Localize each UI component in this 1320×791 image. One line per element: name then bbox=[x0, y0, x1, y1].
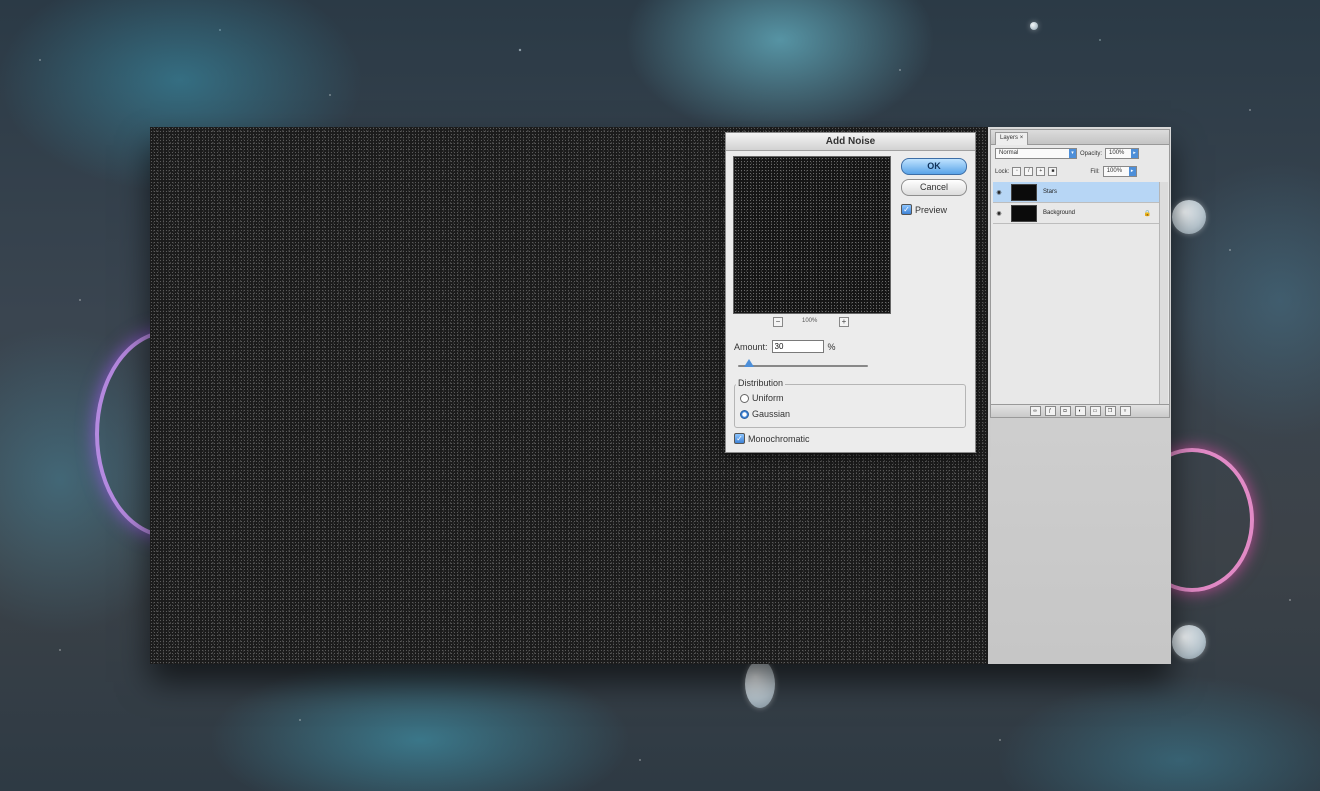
blend-mode-select[interactable]: Normal ▾ bbox=[995, 148, 1077, 159]
eye-icon[interactable]: ◉ bbox=[993, 210, 1005, 217]
uniform-radio-row[interactable]: Uniform bbox=[740, 393, 784, 403]
chevron-down-icon: ▸ bbox=[1128, 167, 1136, 176]
lock-label: Lock: bbox=[995, 168, 1010, 175]
gaussian-radio-row[interactable]: Gaussian bbox=[740, 409, 790, 419]
blend-row: Normal ▾ Opacity: 100% ▸ bbox=[995, 148, 1140, 159]
lock-icon: 🔒 bbox=[1143, 210, 1151, 217]
chevron-down-icon: ▸ bbox=[1131, 149, 1139, 158]
lock-row: Lock: ▫ / + ■ Fill: 100% ▸ bbox=[995, 166, 1137, 177]
moon-decoration bbox=[745, 660, 775, 708]
add-noise-dialog: Add Noise − 100% + OK Cancel ✓ Preview A… bbox=[725, 132, 976, 453]
layer-row-background[interactable]: ◉ Background 🔒 bbox=[993, 203, 1159, 224]
amount-label: Amount: bbox=[734, 341, 768, 352]
moon-decoration bbox=[1172, 625, 1206, 659]
fx-icon[interactable]: ƒ bbox=[1044, 406, 1056, 416]
opacity-field[interactable]: 100% ▸ bbox=[1105, 148, 1140, 159]
amount-row: Amount: % bbox=[734, 340, 836, 353]
fill-value: 100% bbox=[1106, 168, 1123, 174]
chevron-down-icon: ▾ bbox=[1069, 149, 1076, 158]
opacity-label: Opacity: bbox=[1080, 150, 1103, 157]
distribution-group bbox=[734, 384, 966, 428]
layer-name: Stars bbox=[1043, 189, 1058, 195]
layers-tab-bar: Layers × bbox=[991, 130, 1169, 145]
monochromatic-checkbox[interactable]: ✓ bbox=[734, 433, 745, 444]
lock-all-icon[interactable]: ■ bbox=[1048, 167, 1058, 176]
zoom-out-button[interactable]: − bbox=[773, 317, 783, 327]
layers-panel: Layers × Normal ▾ Opacity: 100% ▸ Lock: … bbox=[990, 129, 1170, 418]
noise-preview[interactable] bbox=[733, 156, 891, 314]
blend-mode-value: Normal bbox=[999, 150, 1019, 156]
cancel-button[interactable]: Cancel bbox=[901, 179, 967, 196]
lock-brush-icon[interactable]: / bbox=[1024, 167, 1034, 176]
monochromatic-label: Monochromatic bbox=[748, 433, 810, 444]
uniform-label: Uniform bbox=[752, 393, 784, 403]
monochromatic-checkbox-row[interactable]: ✓ Monochromatic bbox=[734, 433, 810, 444]
layer-name: Background bbox=[1043, 210, 1076, 216]
preview-zoom-controls: − 100% + bbox=[733, 317, 891, 327]
new-layer-icon[interactable]: ❐ bbox=[1104, 406, 1116, 416]
layer-thumbnail bbox=[1011, 204, 1037, 222]
ok-button[interactable]: OK bbox=[901, 158, 967, 175]
lock-transparent-icon[interactable]: ▫ bbox=[1012, 167, 1022, 176]
photoshop-screenshot: Add Noise − 100% + OK Cancel ✓ Preview A… bbox=[150, 127, 1171, 664]
adjustment-icon[interactable]: ◐ bbox=[1074, 406, 1086, 416]
zoom-value: 100% bbox=[802, 318, 818, 324]
distribution-label: Distribution bbox=[736, 378, 786, 388]
gaussian-label: Gaussian bbox=[752, 409, 791, 419]
eye-icon[interactable]: ◉ bbox=[993, 189, 1005, 196]
opacity-value: 100% bbox=[1109, 150, 1125, 156]
uniform-radio[interactable] bbox=[740, 393, 749, 403]
close-icon[interactable]: × bbox=[1020, 135, 1024, 141]
layer-thumbnail bbox=[1011, 183, 1037, 201]
layer-row-stars[interactable]: ◉ Stars bbox=[993, 182, 1159, 203]
dialog-title: Add Noise bbox=[726, 133, 975, 151]
preview-checkbox-row[interactable]: ✓ Preview bbox=[901, 204, 947, 215]
tab-layers[interactable]: Layers × bbox=[995, 132, 1029, 145]
fill-label: Fill: bbox=[1090, 168, 1100, 175]
zoom-in-button[interactable]: + bbox=[839, 317, 849, 327]
mask-icon[interactable]: ◘ bbox=[1059, 406, 1071, 416]
lock-move-icon[interactable]: + bbox=[1036, 167, 1046, 176]
moon-decoration bbox=[1030, 22, 1038, 30]
layers-bottom-toolbar: ∞ ƒ ◘ ◐ ▭ ❐ ▿ bbox=[991, 404, 1169, 417]
layers-tab-label: Layers bbox=[1000, 135, 1019, 141]
preview-checkbox[interactable]: ✓ bbox=[901, 204, 912, 215]
gaussian-radio[interactable] bbox=[740, 409, 749, 419]
link-icon[interactable]: ∞ bbox=[1029, 406, 1041, 416]
preview-label: Preview bbox=[915, 204, 948, 215]
amount-slider-thumb[interactable] bbox=[744, 359, 754, 367]
fill-field[interactable]: 100% ▸ bbox=[1102, 166, 1137, 177]
trash-icon[interactable]: ▿ bbox=[1119, 406, 1131, 416]
amount-unit: % bbox=[827, 341, 836, 352]
amount-slider-track[interactable] bbox=[738, 365, 868, 367]
layers-scrollbar[interactable] bbox=[1159, 182, 1168, 404]
moon-decoration bbox=[1172, 200, 1206, 234]
amount-input[interactable] bbox=[771, 340, 824, 353]
group-icon[interactable]: ▭ bbox=[1089, 406, 1101, 416]
